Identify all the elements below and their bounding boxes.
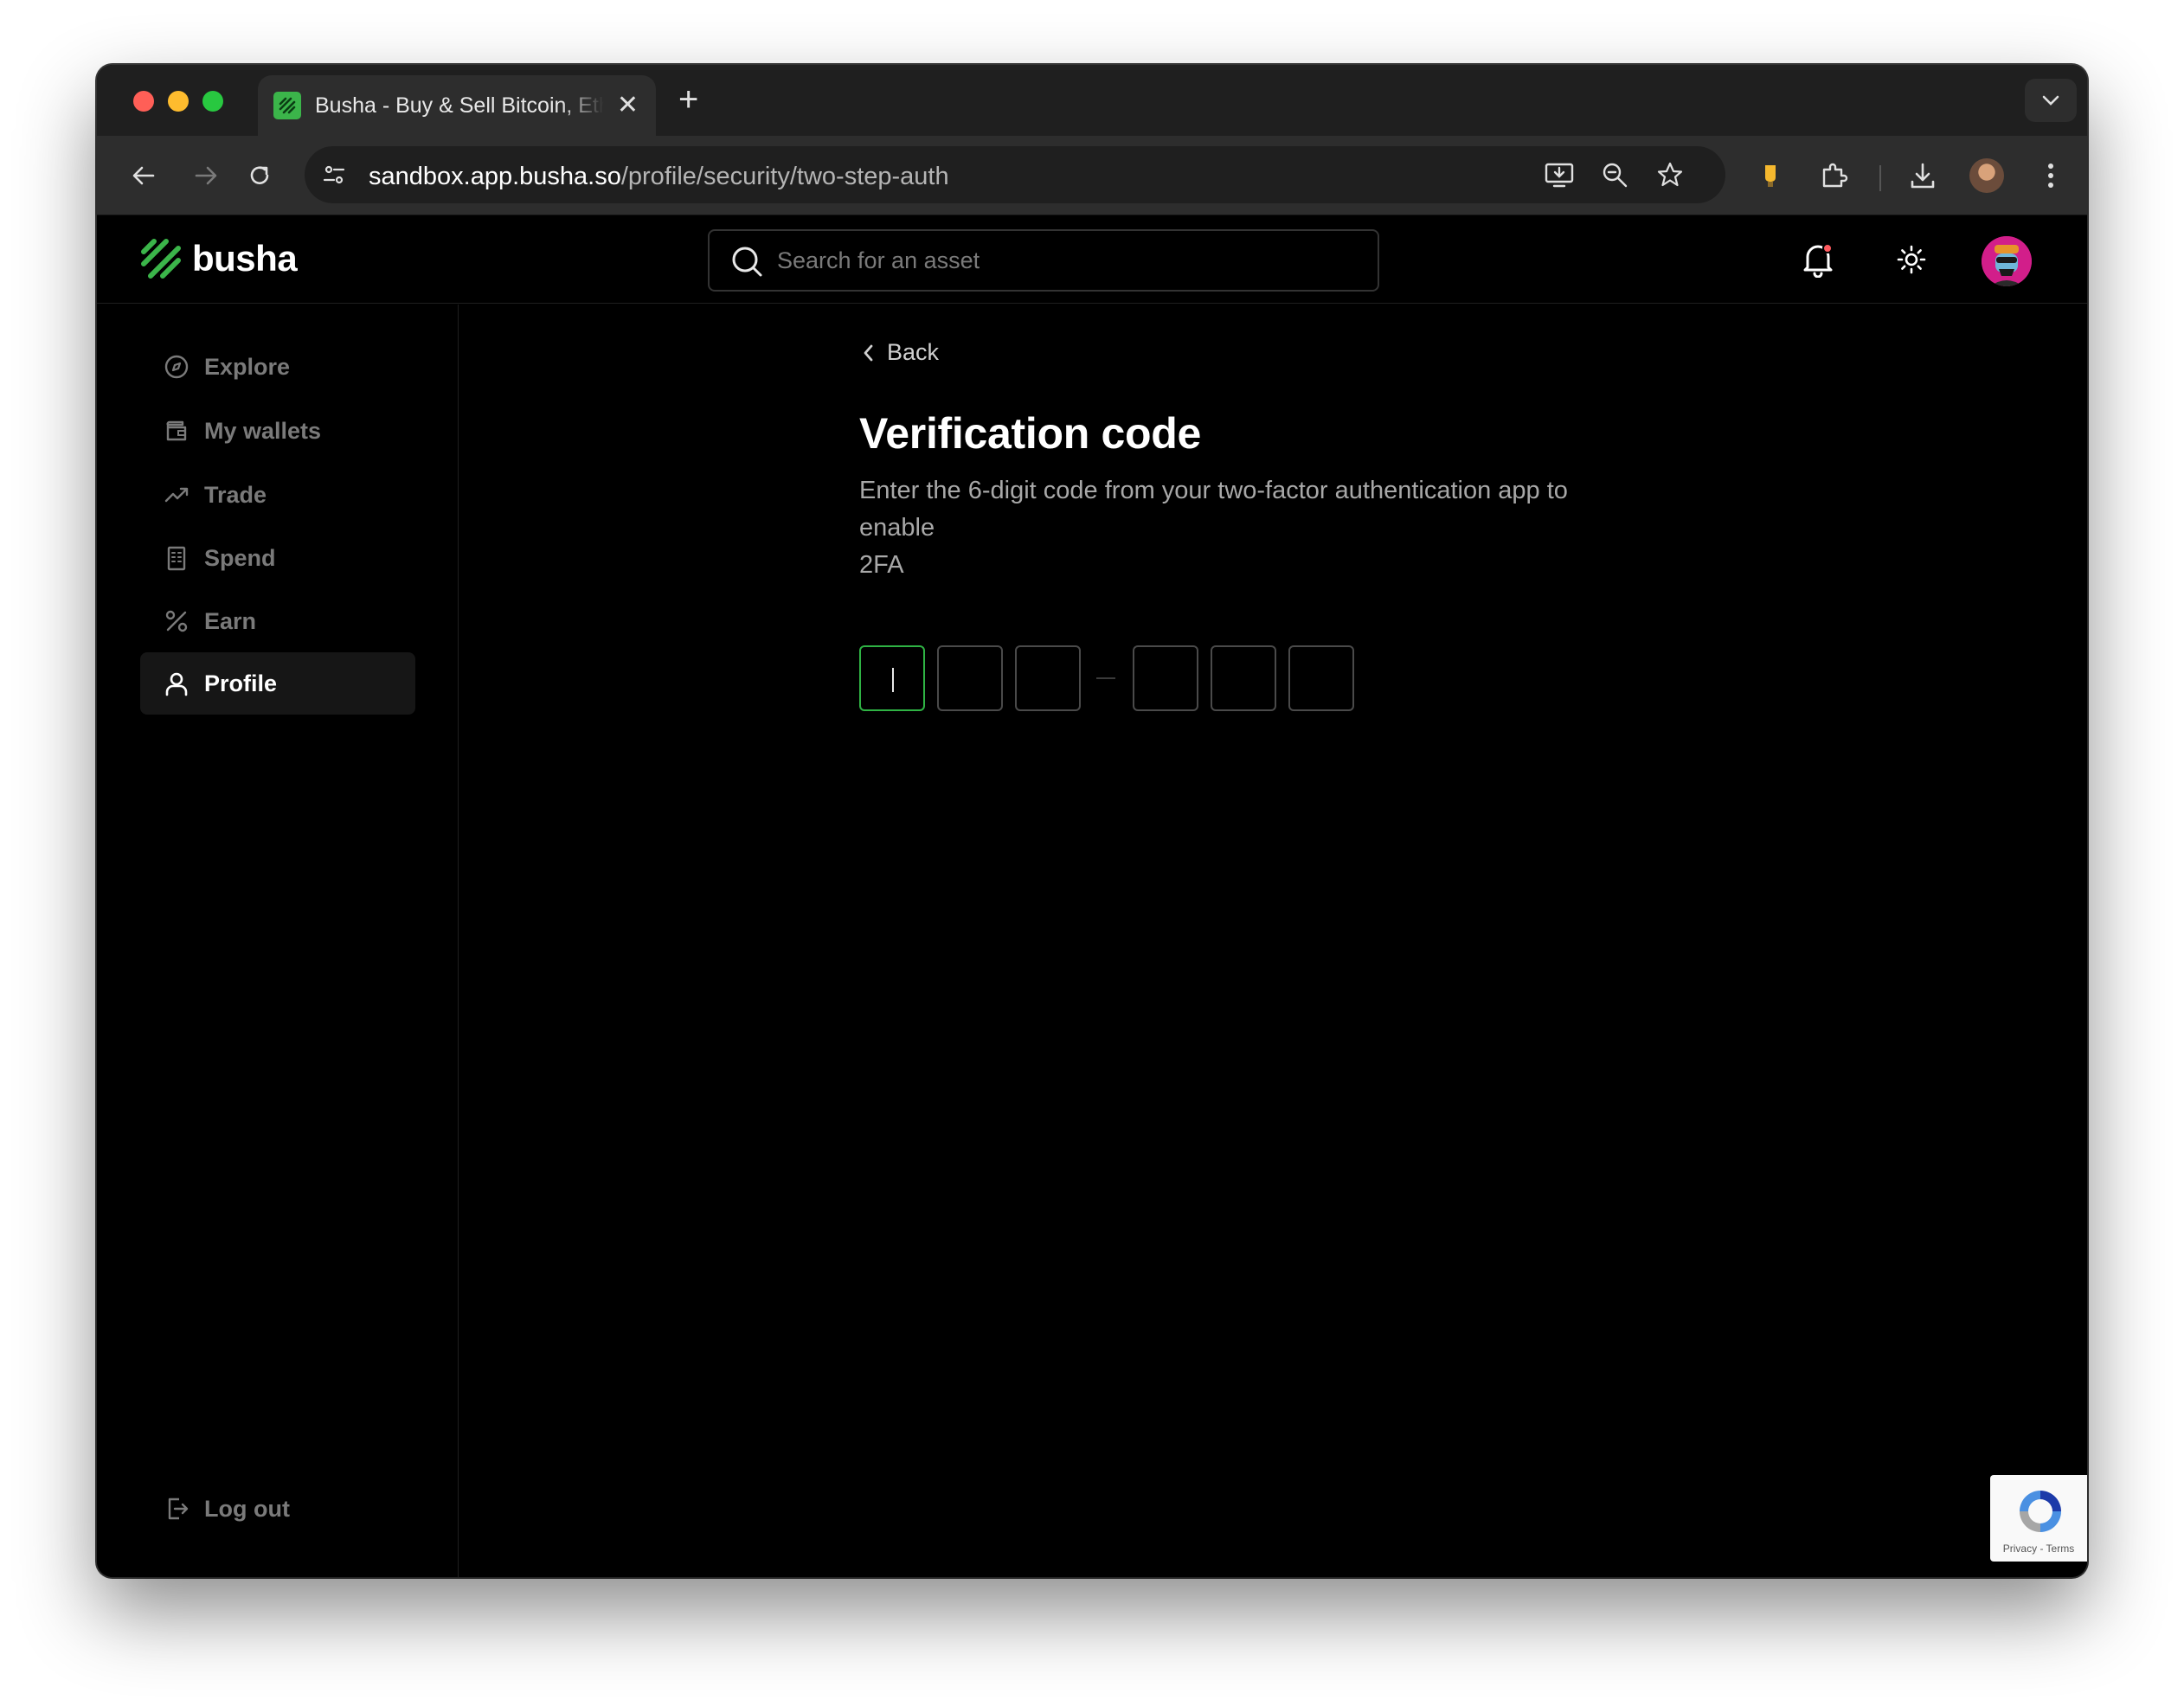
main-content: Back Verification code Enter the 6-digit… (459, 305, 2087, 1577)
otp-separator (1096, 677, 1115, 679)
browser-window: Busha - Buy & Sell Bitcoin, Ethereum ✕ + (97, 65, 2087, 1577)
toolbar-divider (1879, 165, 1881, 191)
busha-favicon-icon (273, 92, 301, 119)
logout-label: Log out (204, 1496, 290, 1523)
otp-digit-5[interactable] (1211, 645, 1276, 711)
avatar (1969, 158, 2004, 193)
install-app-icon[interactable] (1542, 157, 1577, 192)
extension-lightbulb-icon[interactable] (1753, 158, 1788, 193)
address-bar[interactable]: sandbox.app.busha.so/profile/security/tw… (305, 146, 1725, 203)
profile-avatar[interactable] (1969, 158, 2004, 193)
busha-logo[interactable]: busha (140, 238, 297, 279)
tab-close-icon[interactable]: ✕ (617, 93, 639, 119)
receipt-icon (163, 544, 190, 572)
sidebar: Explore My wallets Trade Spend Earn (97, 305, 459, 1577)
url-text[interactable]: sandbox.app.busha.so/profile/security/tw… (369, 163, 949, 191)
tab-strip: Busha - Buy & Sell Bitcoin, Ethereum ✕ + (97, 65, 2087, 136)
text-caret (892, 668, 894, 692)
forward-arrow-icon[interactable] (189, 158, 223, 193)
notifications-button[interactable] (1798, 240, 1838, 279)
search-input[interactable] (777, 231, 1348, 290)
otp-digit-2[interactable] (937, 645, 1003, 711)
url-host: sandbox.app.busha.so (369, 163, 621, 190)
close-window-button[interactable] (133, 91, 154, 112)
sidebar-item-spend[interactable]: Spend (140, 527, 415, 589)
recaptcha-terms[interactable]: Privacy - Terms (1990, 1542, 2087, 1555)
otp-input-group (859, 645, 1366, 711)
sidebar-item-my-wallets[interactable]: My wallets (140, 400, 415, 462)
zoom-icon[interactable] (1597, 157, 1632, 192)
trend-up-icon (163, 481, 190, 509)
sidebar-item-label: Explore (204, 354, 290, 381)
sidebar-item-trade[interactable]: Trade (140, 464, 415, 526)
sidebar-item-earn[interactable]: Earn (140, 590, 415, 652)
logo-text: busha (192, 238, 297, 279)
extensions-puzzle-icon[interactable] (1817, 158, 1852, 193)
logout-button[interactable]: Log out (140, 1478, 415, 1540)
back-label: Back (887, 339, 939, 366)
percent-icon (163, 607, 190, 635)
page-description: Enter the 6-digit code from your two-fac… (859, 472, 1638, 584)
logout-icon (163, 1495, 190, 1523)
chevron-left-icon (861, 343, 877, 363)
bookmark-star-icon[interactable] (1653, 157, 1687, 192)
sidebar-item-label: Trade (204, 482, 267, 509)
page-title: Verification code (859, 408, 1201, 459)
minimize-window-button[interactable] (168, 91, 189, 112)
back-arrow-icon[interactable] (126, 158, 161, 193)
sidebar-item-label: Earn (204, 608, 256, 635)
user-avatar[interactable] (1982, 236, 2032, 286)
back-button[interactable]: Back (861, 339, 939, 366)
sidebar-item-label: Spend (204, 545, 276, 572)
app-header: busha (97, 215, 2087, 304)
sun-icon (1897, 245, 1926, 274)
notification-dot (1822, 243, 1833, 253)
asset-search[interactable] (708, 229, 1379, 292)
description-line-1: Enter the 6-digit code from your two-fac… (859, 472, 1638, 547)
sidebar-item-profile[interactable]: Profile (140, 652, 415, 715)
wallet-icon (163, 417, 190, 445)
user-icon (163, 670, 190, 697)
maximize-window-button[interactable] (202, 91, 223, 112)
busha-logo-icon (140, 238, 182, 279)
recaptcha-logo-icon (2013, 1484, 2068, 1539)
compass-icon (163, 353, 190, 381)
reload-icon[interactable] (242, 158, 277, 193)
otp-digit-3[interactable] (1015, 645, 1081, 711)
search-icon (730, 245, 763, 278)
chevron-down-icon (2041, 94, 2060, 106)
otp-digit-6[interactable] (1288, 645, 1354, 711)
tab-search-button[interactable] (2025, 79, 2077, 122)
recaptcha-badge[interactable]: Privacy - Terms (1990, 1475, 2087, 1562)
description-line-2: 2FA (859, 547, 1638, 584)
theme-toggle-button[interactable] (1892, 240, 1931, 279)
url-path: /profile/security/two-step-auth (621, 163, 949, 190)
downloads-icon[interactable] (1905, 158, 1940, 193)
otp-digit-1[interactable] (859, 645, 925, 711)
browser-toolbar: sandbox.app.busha.so/profile/security/tw… (97, 136, 2087, 215)
site-settings-icon[interactable] (317, 157, 351, 192)
otp-digit-4[interactable] (1133, 645, 1198, 711)
sidebar-item-explore[interactable]: Explore (140, 336, 415, 398)
avatar-illustration-icon (1982, 236, 2032, 286)
sidebar-item-label: Profile (204, 670, 277, 697)
kebab-menu-icon[interactable] (2033, 158, 2068, 193)
sidebar-item-label: My wallets (204, 418, 321, 445)
tab-title: Busha - Buy & Sell Bitcoin, Ethereum (315, 93, 604, 119)
browser-tab[interactable]: Busha - Buy & Sell Bitcoin, Ethereum ✕ (258, 75, 656, 136)
new-tab-button[interactable]: + (678, 82, 698, 117)
